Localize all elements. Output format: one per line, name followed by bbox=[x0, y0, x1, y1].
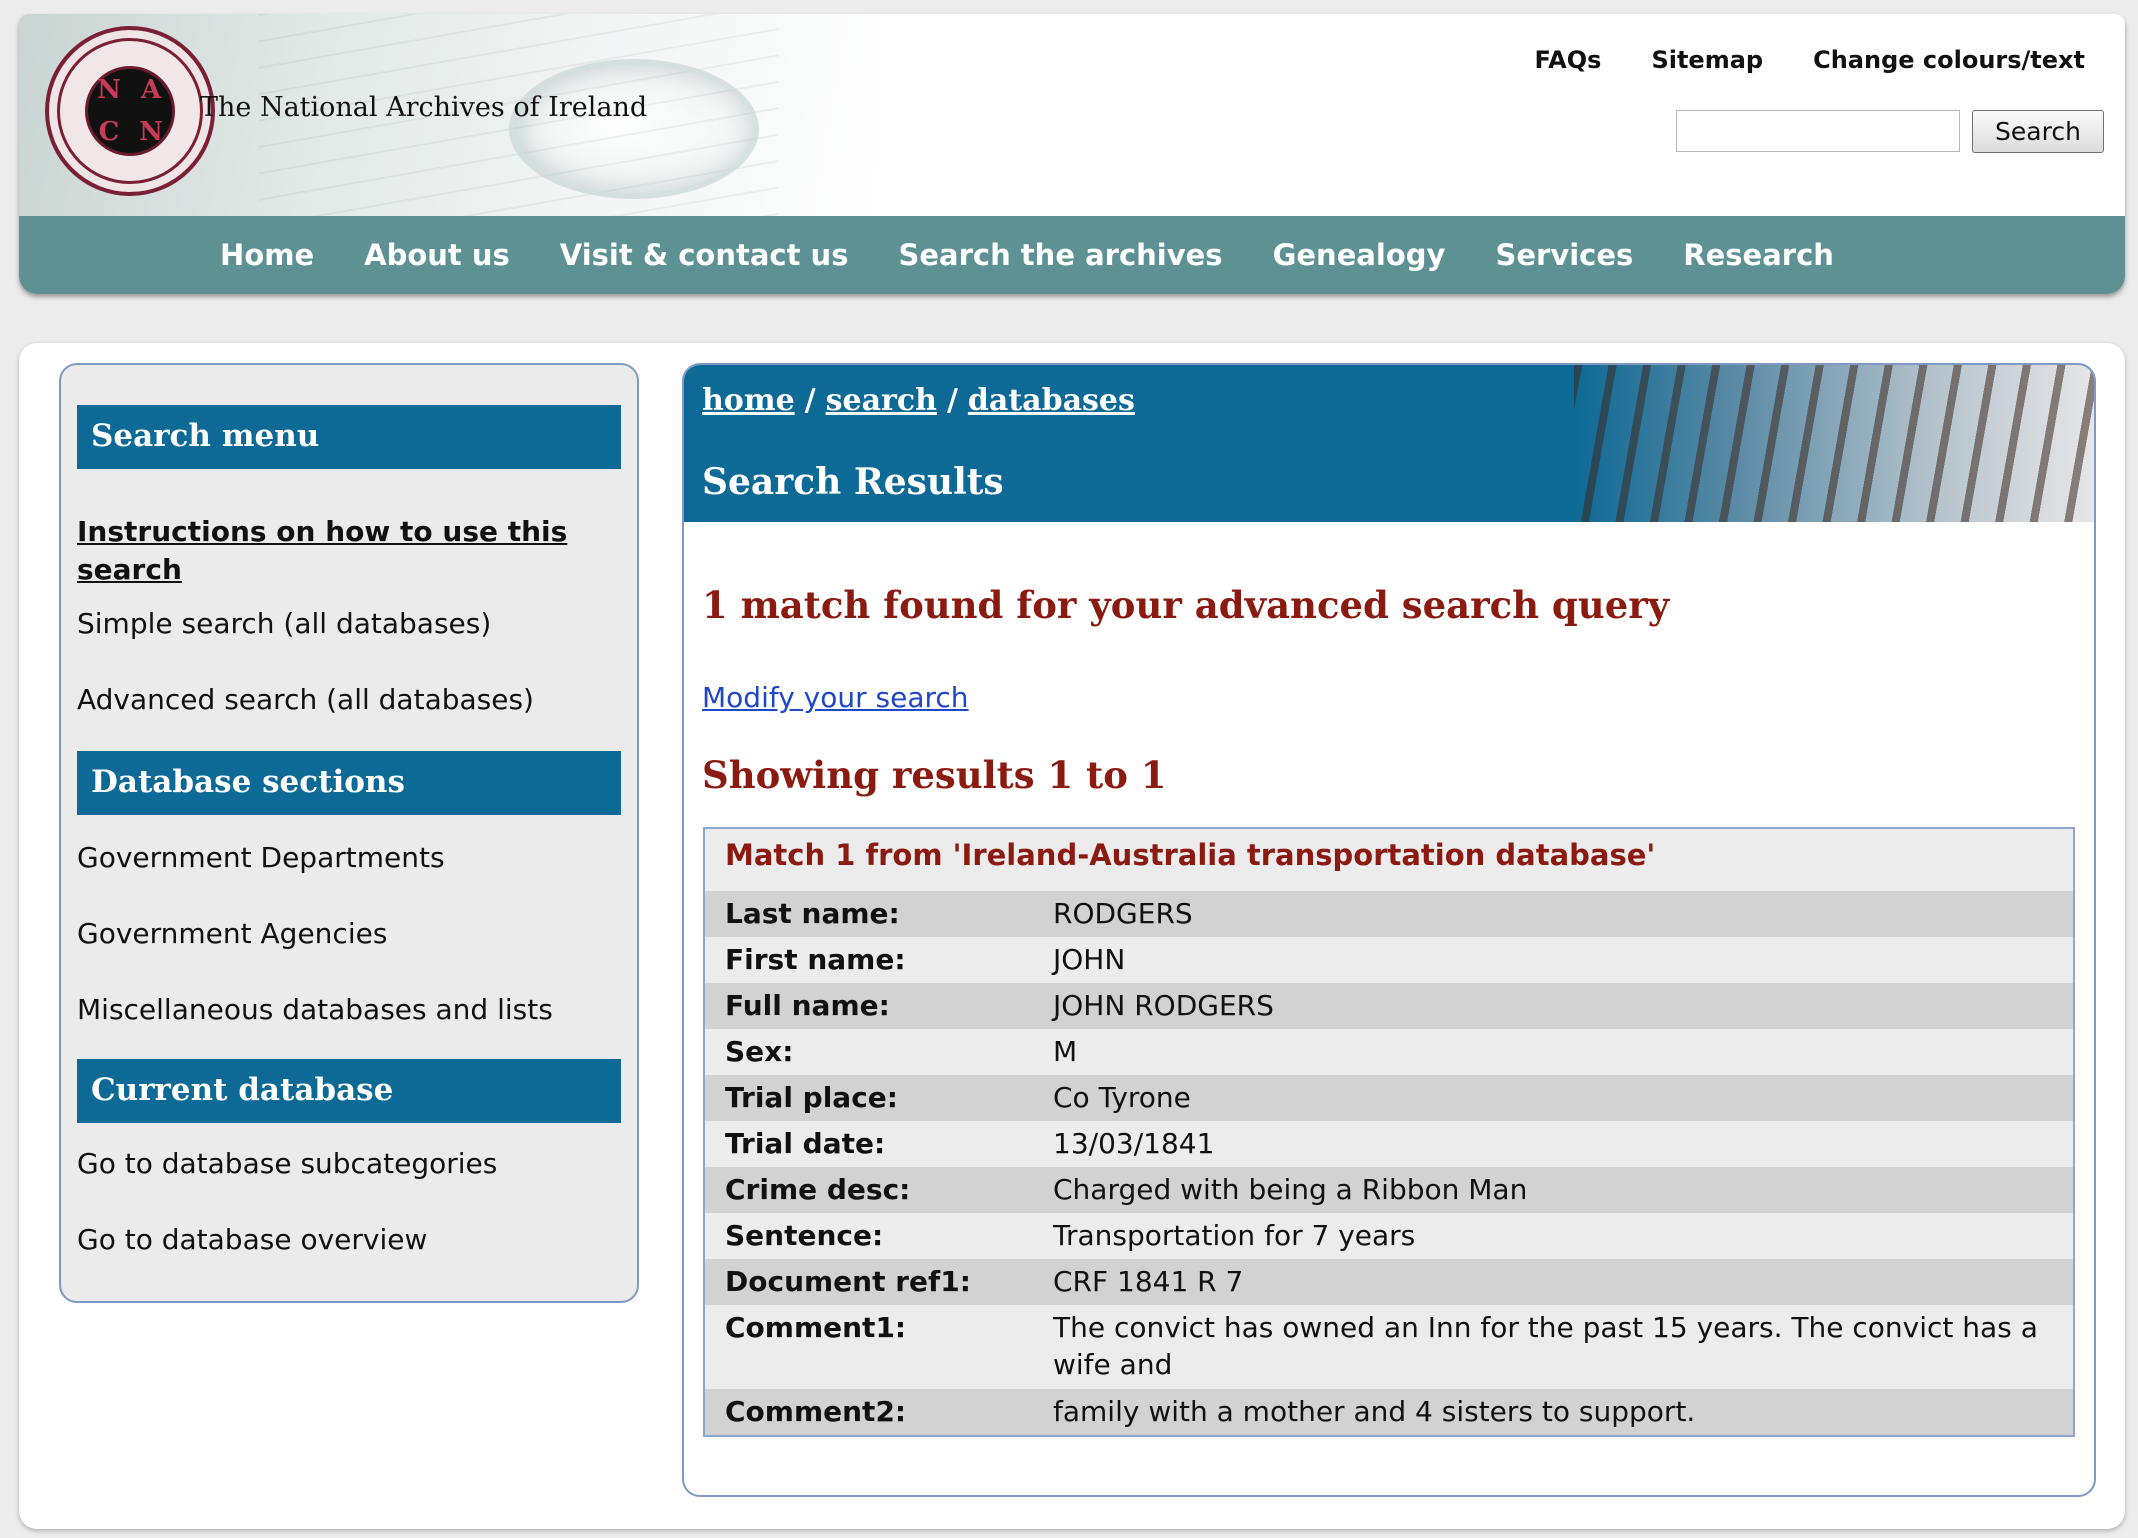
result-fields: Last name: RODGERS First name: JOHN Full n… bbox=[705, 891, 2073, 1435]
field-label: First name: bbox=[725, 943, 906, 976]
field-label: Comment2: bbox=[725, 1395, 907, 1428]
content-banner: home / search / databases Search Results bbox=[684, 365, 2094, 522]
change-colours-link[interactable]: Change colours/text bbox=[1813, 46, 2085, 74]
page-title: Search Results bbox=[702, 461, 1004, 503]
utility-links: FAQs Sitemap Change colours/text bbox=[1535, 46, 2085, 74]
breadcrumb: home / search / databases bbox=[702, 383, 1135, 418]
breadcrumb-search[interactable]: search bbox=[826, 383, 937, 418]
field-value: 13/03/1841 bbox=[1053, 1127, 1215, 1160]
sidebar-link-overview[interactable]: Go to database overview bbox=[77, 1221, 607, 1259]
field-value: CRF 1841 R 7 bbox=[1053, 1265, 1244, 1298]
field-label: Sex: bbox=[725, 1035, 794, 1068]
logo-letter: N bbox=[97, 75, 121, 105]
field-value: M bbox=[1053, 1035, 1078, 1068]
magnifying-glass-image bbox=[509, 59, 759, 199]
main-nav: Home About us Visit & contact us Search … bbox=[19, 216, 2125, 294]
result-row: Crime desc: Charged with being a Ribbon M… bbox=[705, 1167, 2073, 1213]
sidebar: Search menu Instructions on how to use t… bbox=[59, 363, 639, 1303]
nav-research[interactable]: Research bbox=[1683, 238, 1834, 272]
sitemap-link[interactable]: Sitemap bbox=[1651, 46, 1763, 74]
sidebar-link-instructions[interactable]: Instructions on how to use this search bbox=[77, 513, 607, 589]
breadcrumb-home[interactable]: home bbox=[702, 383, 795, 418]
results-range-heading: Showing results 1 to 1 bbox=[702, 753, 1167, 797]
nav-genealogy[interactable]: Genealogy bbox=[1273, 238, 1446, 272]
result-row: Trial date: 13/03/1841 bbox=[705, 1121, 2073, 1167]
current-database-header: Current database bbox=[77, 1059, 621, 1123]
logo-letter: N bbox=[139, 117, 163, 147]
field-value: JOHN RODGERS bbox=[1053, 989, 1274, 1022]
sidebar-link-government-agencies[interactable]: Government Agencies bbox=[77, 915, 607, 953]
search-menu-header: Search menu bbox=[77, 405, 621, 469]
site-name: The National Archives of Ireland bbox=[200, 92, 648, 123]
sidebar-link-government-departments[interactable]: Government Departments bbox=[77, 839, 607, 877]
field-value: Co Tyrone bbox=[1053, 1081, 1191, 1114]
field-label: Trial place: bbox=[725, 1081, 898, 1114]
sidebar-link-subcategories[interactable]: Go to database subcategories bbox=[77, 1145, 607, 1183]
field-value: RODGERS bbox=[1053, 897, 1193, 930]
field-value: family with a mother and 4 sisters to su… bbox=[1053, 1395, 1696, 1428]
result-row: Last name: RODGERS bbox=[705, 891, 2073, 937]
logo-letter: A bbox=[140, 75, 162, 105]
result-row: Sex: M bbox=[705, 1029, 2073, 1075]
result-row: Sentence: Transportation for 7 years bbox=[705, 1213, 2073, 1259]
field-label: Comment1: bbox=[725, 1311, 907, 1344]
result-row: First name: JOHN bbox=[705, 937, 2073, 983]
nav-services[interactable]: Services bbox=[1495, 238, 1633, 272]
nav-visit-contact[interactable]: Visit & contact us bbox=[560, 238, 849, 272]
modify-search-link[interactable]: Modify your search bbox=[702, 681, 969, 714]
field-label: Sentence: bbox=[725, 1219, 884, 1252]
result-row: Comment2: family with a mother and 4 sist… bbox=[705, 1389, 2073, 1435]
faqs-link[interactable]: FAQs bbox=[1535, 46, 1602, 74]
match-count-heading: 1 match found for your advanced search q… bbox=[702, 583, 1670, 627]
field-value: The convict has owned an Inn for the pas… bbox=[1053, 1311, 2038, 1381]
field-value: JOHN bbox=[1053, 943, 1126, 976]
result-row: Trial place: Co Tyrone bbox=[705, 1075, 2073, 1121]
field-value: Charged with being a Ribbon Man bbox=[1053, 1173, 1528, 1206]
field-label: Crime desc: bbox=[725, 1173, 911, 1206]
field-label: Trial date: bbox=[725, 1127, 886, 1160]
page-panel: Search menu Instructions on how to use t… bbox=[19, 343, 2125, 1529]
site-header: N A C N The National Archives of Ireland… bbox=[19, 14, 2125, 294]
nav-search-archives[interactable]: Search the archives bbox=[898, 238, 1222, 272]
nav-about-us[interactable]: About us bbox=[364, 238, 510, 272]
database-sections-header: Database sections bbox=[77, 751, 621, 815]
site-search-input[interactable] bbox=[1676, 110, 1960, 152]
field-label: Full name: bbox=[725, 989, 890, 1022]
breadcrumb-databases[interactable]: databases bbox=[968, 383, 1135, 418]
result-row: Document ref1: CRF 1841 R 7 bbox=[705, 1259, 2073, 1305]
breadcrumb-separator: / bbox=[804, 383, 816, 418]
field-label: Document ref1: bbox=[725, 1265, 971, 1298]
logo-letter: C bbox=[98, 117, 120, 147]
site-search-button[interactable]: Search bbox=[1972, 110, 2104, 153]
sidebar-link-advanced-search[interactable]: Advanced search (all databases) bbox=[77, 681, 607, 719]
result-title: Match 1 from 'Ireland-Australia transpor… bbox=[705, 829, 2073, 891]
logo-letters: N A C N bbox=[85, 66, 175, 156]
reading-room-photo bbox=[1574, 365, 2094, 522]
result-row: Full name: JOHN RODGERS bbox=[705, 983, 2073, 1029]
breadcrumb-separator: / bbox=[946, 383, 958, 418]
sidebar-link-miscellaneous[interactable]: Miscellaneous databases and lists bbox=[77, 991, 607, 1029]
nav-home[interactable]: Home bbox=[220, 238, 314, 272]
main-content: home / search / databases Search Results 1 m… bbox=[682, 363, 2096, 1497]
result-record: Match 1 from 'Ireland-Australia transpor… bbox=[703, 827, 2075, 1437]
field-label: Last name: bbox=[725, 897, 900, 930]
sidebar-link-simple-search[interactable]: Simple search (all databases) bbox=[77, 605, 607, 643]
field-value: Transportation for 7 years bbox=[1053, 1219, 1416, 1252]
site-logo-seal[interactable]: N A C N bbox=[45, 26, 215, 196]
result-row: Comment1: The convict has owned an Inn fo… bbox=[705, 1305, 2073, 1389]
